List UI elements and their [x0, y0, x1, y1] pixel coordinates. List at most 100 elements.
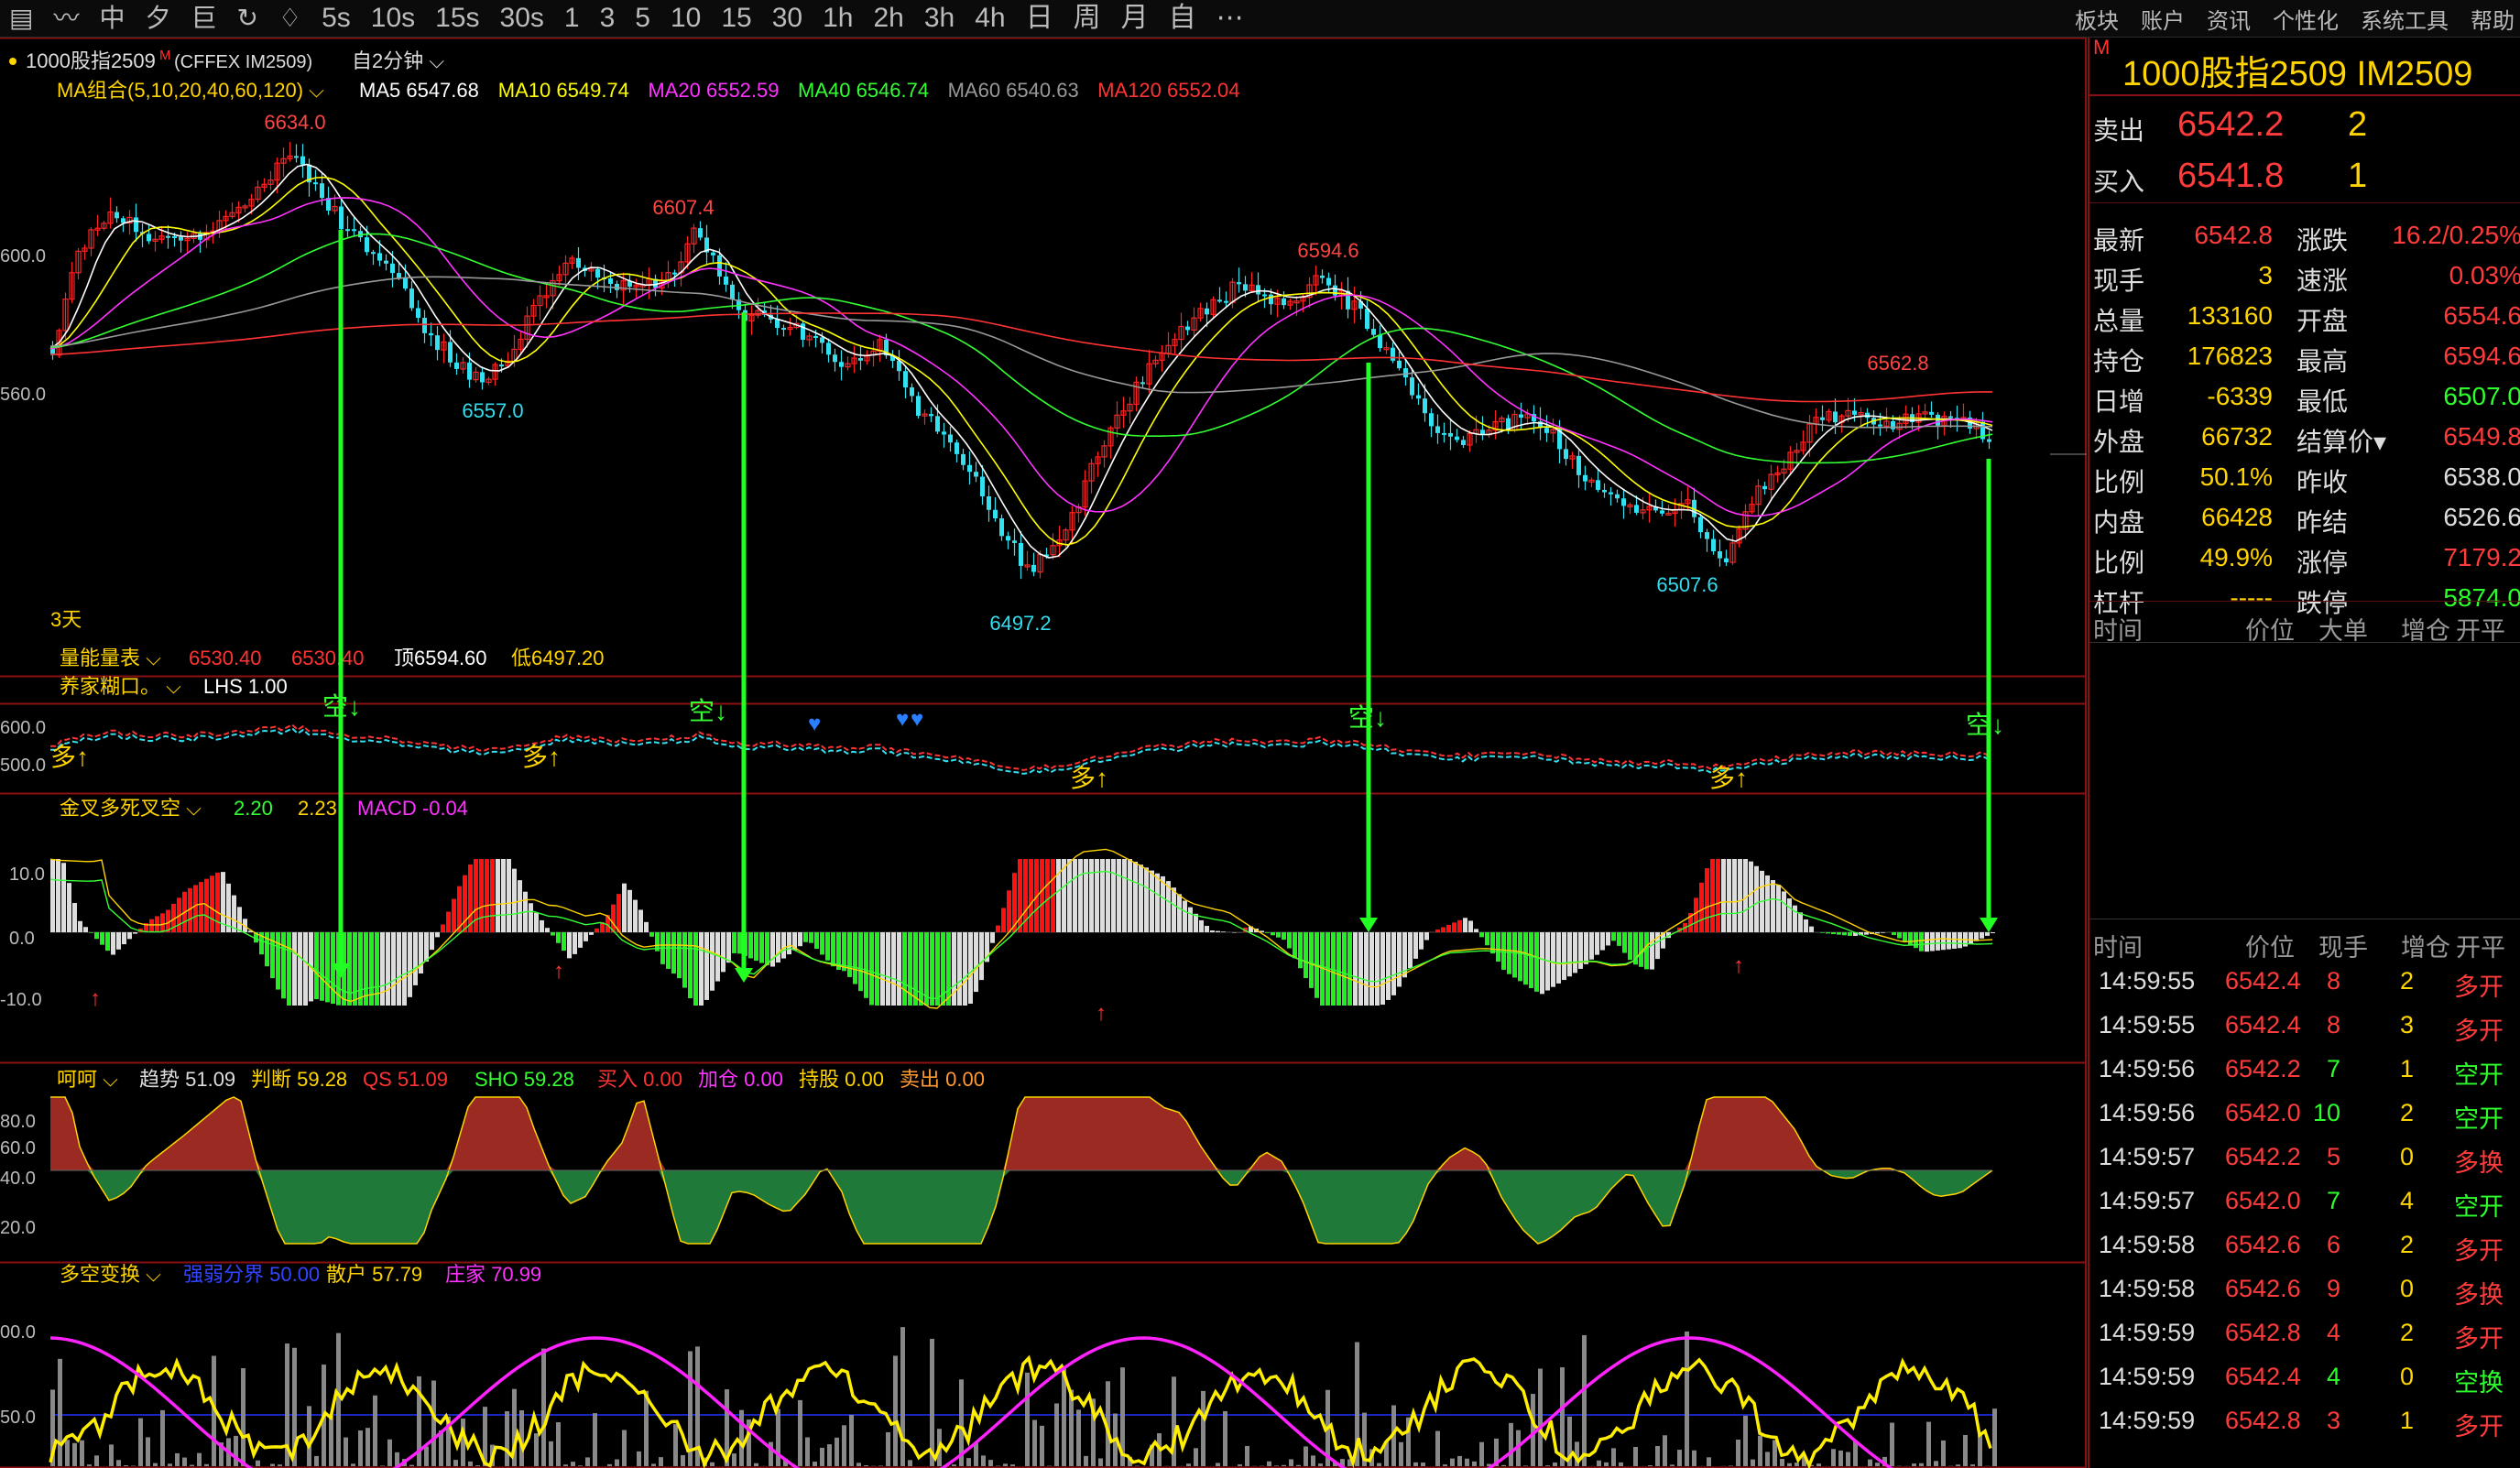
toolbar-item-3[interactable]: 夕	[146, 0, 171, 37]
sub5-axis-label: 00.0	[0, 1322, 36, 1343]
sub5-volume-bar	[1282, 1464, 1286, 1466]
sub5-volume-bar	[1670, 1464, 1675, 1466]
macd-bar	[325, 932, 330, 1003]
sub5-volume-bar	[1912, 1463, 1916, 1466]
macd-bar	[193, 885, 198, 932]
macd-bar	[1694, 897, 1698, 932]
candle-body	[1416, 395, 1421, 399]
tick-time: 14:59:59	[2099, 1407, 2196, 1434]
toolbar-item-6[interactable]: ♢	[278, 0, 301, 37]
toolbar-item-10[interactable]: 30s	[500, 0, 544, 37]
bid-qty: 1	[2348, 157, 2368, 195]
tick-time: 14:59:57	[2099, 1187, 2196, 1214]
menu-item-3[interactable]: 个性化	[2273, 3, 2339, 35]
tick-row[interactable]: 14:59:55 6542.4 8 2 多开	[2089, 960, 2520, 1003]
sub5-retail-line	[49, 1354, 1992, 1468]
kline-chart-area[interactable]: 1000股指2509 M (CFFEX IM2509) 自2分钟 ⌵ MA组合(5,10…	[0, 38, 2087, 1468]
tick-row[interactable]: 14:59:55 6542.4 8 3 多开	[2089, 1004, 2520, 1047]
macd-bar	[1919, 932, 1924, 951]
toolbar-item-0[interactable]: ▤	[9, 0, 33, 37]
macd-bar	[1490, 932, 1495, 954]
candle-body	[1140, 382, 1145, 385]
macd-bar	[913, 932, 918, 1006]
tick-row[interactable]: 14:59:58 6542.6 6 2 多开	[2089, 1223, 2520, 1267]
sub5-volume-bar	[1773, 1440, 1777, 1466]
macd-bar	[1842, 932, 1847, 936]
bid-row[interactable]: 买入 6541.8 1	[2089, 157, 2520, 197]
toolbar-item-15[interactable]: 15	[721, 0, 751, 37]
toolbar-item-16[interactable]: 30	[772, 0, 802, 37]
sub5-volume-bar	[673, 1424, 678, 1466]
sub5-volume-bar	[1648, 1465, 1653, 1466]
toolbar-item-5[interactable]: ↻	[237, 0, 258, 37]
toolbar-item-25[interactable]: ⋯	[1216, 0, 1244, 37]
tick-row[interactable]: 14:59:59 6542.8 4 2 多开	[2089, 1311, 2520, 1354]
toolbar-item-24[interactable]: 自	[1169, 0, 1196, 37]
tick-row[interactable]: 14:59:59 6542.8 3 1 多开	[2089, 1399, 2520, 1442]
tick-row[interactable]: 14:59:56 6542.0 10 2 空开	[2089, 1092, 2520, 1135]
macd-bar	[616, 894, 621, 932]
macd-bar	[748, 932, 753, 959]
tick-row[interactable]: 14:59:59 6542.4 4 0 空换	[2089, 1355, 2520, 1398]
candle-body	[974, 472, 978, 477]
macd-bar	[1985, 932, 1990, 936]
toolbar-item-12[interactable]: 3	[600, 0, 616, 37]
toolbar-item-18[interactable]: 2h	[873, 0, 903, 37]
stat-value: 176823	[2187, 342, 2273, 370]
toolbar-item-8[interactable]: 10s	[371, 0, 415, 37]
toolbar-item-9[interactable]: 15s	[435, 0, 479, 37]
toolbar-item-20[interactable]: 4h	[975, 0, 1005, 37]
toolbar-item-19[interactable]: 3h	[924, 0, 955, 37]
macd-bar	[1848, 932, 1852, 936]
toolbar-item-22[interactable]: 周	[1074, 0, 1101, 37]
tick-row[interactable]: 14:59:57 6542.0 7 4 空开	[2089, 1180, 2520, 1223]
macd-bar	[1820, 932, 1825, 933]
tick-oi: 4	[2399, 1187, 2414, 1214]
menu-item-0[interactable]: 板块	[2075, 3, 2119, 35]
toolbar-item-2[interactable]: 中	[99, 0, 125, 37]
candle-body	[345, 229, 350, 232]
candle-body	[1333, 285, 1337, 296]
toolbar-item-11[interactable]: 1	[564, 0, 580, 37]
toolbar-item-21[interactable]: 日	[1026, 0, 1053, 37]
candle-body	[1820, 417, 1825, 420]
candle-body	[147, 234, 151, 242]
candle-body	[999, 518, 1004, 537]
macd-bar	[831, 932, 835, 967]
sub5-volume-bar	[329, 1416, 333, 1466]
candle-body	[1583, 474, 1587, 482]
tick-row[interactable]: 14:59:58 6542.6 9 0 多换	[2089, 1267, 2520, 1310]
tick-row[interactable]: 14:59:56 6542.2 7 1 空开	[2089, 1048, 2520, 1091]
toolbar-item-4[interactable]: 巨	[191, 0, 217, 37]
stat-value: 0.03%	[2449, 261, 2520, 289]
toolbar-item-17[interactable]: 1h	[823, 0, 853, 37]
macd-bar	[1881, 932, 1885, 933]
sub5-volume-bar	[1663, 1435, 1667, 1466]
extreme-price-label: 6594.6	[1297, 239, 1358, 262]
menu-item-2[interactable]: 资讯	[2207, 3, 2251, 35]
menu-item-5[interactable]: 帮助	[2471, 3, 2515, 35]
macd-bar	[627, 889, 632, 932]
tick-qty: 5	[2326, 1143, 2340, 1170]
macd-bar	[699, 932, 704, 1006]
sub5-volume-bar	[1816, 1463, 1821, 1466]
menu-item-1[interactable]: 账户	[2141, 3, 2185, 35]
ask-row[interactable]: 卖出 6542.2 2	[2089, 105, 2520, 146]
macd-bar	[1578, 932, 1583, 969]
macd-bar	[1600, 932, 1605, 951]
macd-bar	[83, 927, 88, 932]
menu-item-4[interactable]: 系统工具	[2361, 3, 2449, 35]
sub5-volume-bar	[1560, 1367, 1565, 1466]
tick-row[interactable]: 14:59:57 6542.2 5 0 多换	[2089, 1136, 2520, 1179]
candle-body	[1320, 275, 1325, 278]
toolbar-item-14[interactable]: 10	[671, 0, 701, 37]
toolbar-item-1[interactable]: 〰	[53, 0, 79, 37]
sub5-volume-bar	[615, 1459, 619, 1466]
macd-bar	[540, 919, 544, 932]
toolbar-item-23[interactable]: 月	[1121, 0, 1149, 37]
candle-body	[1833, 411, 1838, 423]
candle-body	[1705, 532, 1709, 539]
toolbar-item-13[interactable]: 5	[635, 0, 650, 37]
macd-bar	[1216, 930, 1220, 932]
toolbar-item-7[interactable]: 5s	[322, 0, 351, 37]
